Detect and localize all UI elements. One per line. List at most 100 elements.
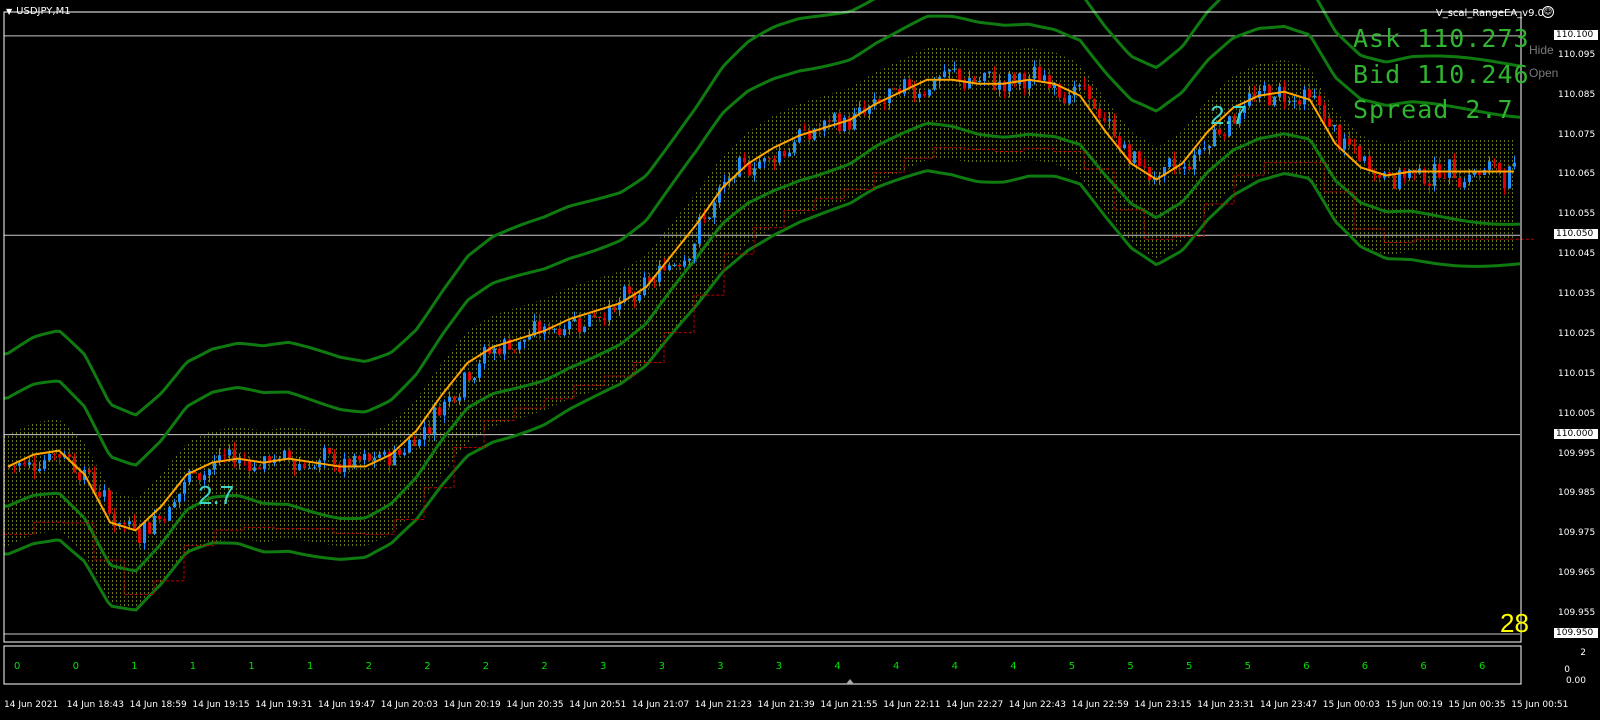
candle-body bbox=[208, 469, 211, 476]
price-axis-label: 110.035 bbox=[1558, 289, 1596, 300]
time-axis-label: 14 Jun 19:47 bbox=[318, 700, 376, 710]
price-axis-label: 110.000 bbox=[1554, 428, 1598, 439]
time-axis-label: 14 Jun 18:43 bbox=[66, 700, 124, 710]
candle-body bbox=[568, 321, 571, 330]
candle-body bbox=[693, 243, 696, 259]
candle-body bbox=[608, 306, 611, 321]
candle-body bbox=[1508, 166, 1511, 189]
candle-body bbox=[1083, 85, 1086, 87]
time-axis-label: 14 Jun 20:19 bbox=[443, 700, 501, 710]
candle-body bbox=[253, 467, 256, 471]
subwindow-value-label: 3 bbox=[775, 661, 783, 672]
range-fill-area bbox=[4, 47, 1516, 610]
time-shift-marker bbox=[846, 679, 854, 684]
candle-body bbox=[108, 490, 111, 514]
candle-body bbox=[578, 318, 581, 332]
symbol-title[interactable]: ▼ USDJPY,M1 bbox=[6, 6, 71, 17]
band-line bbox=[3, 169, 1521, 612]
subwindow-value-label: 5 bbox=[1127, 661, 1134, 672]
price-axis-label: 109.965 bbox=[1558, 568, 1596, 579]
candle-body bbox=[1033, 66, 1036, 79]
expert-advisor-name: V_scal_RangeEA_v9.0 bbox=[1435, 8, 1544, 19]
candle-body bbox=[833, 113, 836, 122]
candle-body bbox=[1283, 86, 1286, 102]
subwindow-value-label: 2 bbox=[482, 661, 490, 672]
candle-body bbox=[1348, 138, 1351, 145]
candle-body bbox=[183, 482, 186, 494]
candle-body bbox=[178, 493, 181, 503]
time-axis-label: 14 Jun 20:51 bbox=[569, 700, 627, 710]
candle-body bbox=[1343, 138, 1346, 150]
candle-body bbox=[1458, 178, 1461, 188]
candle-body bbox=[923, 93, 926, 96]
candle-body bbox=[233, 449, 236, 464]
time-axis-label: 14 Jun 22:11 bbox=[883, 700, 941, 710]
candle-body bbox=[1288, 101, 1291, 103]
subwindow-value-label: 0 bbox=[72, 661, 79, 672]
candle-body bbox=[198, 473, 201, 480]
candle-body bbox=[403, 452, 406, 455]
candle-body bbox=[13, 465, 16, 467]
candle-body bbox=[1213, 129, 1216, 147]
candle-body bbox=[1068, 95, 1071, 104]
candle-body bbox=[563, 329, 566, 336]
candle-body bbox=[933, 80, 936, 90]
subwindow-value-label: 5 bbox=[1186, 661, 1193, 672]
candle-body bbox=[1403, 170, 1406, 179]
candle-body bbox=[1363, 156, 1366, 161]
candle-body bbox=[438, 407, 441, 416]
candle-body bbox=[763, 158, 766, 162]
subwindow-value-label: 1 bbox=[131, 661, 138, 672]
chevron-down-icon[interactable]: ▼ bbox=[6, 7, 12, 16]
candle-body bbox=[1268, 85, 1271, 106]
price-axis-label: 110.075 bbox=[1558, 129, 1596, 140]
chart-window[interactable]: ▼ USDJPY,M1 V_scal_RangeEA_v9.0 ☺ Ask 11… bbox=[0, 0, 1600, 720]
candle-body bbox=[678, 264, 681, 267]
price-axis-label: 109.995 bbox=[1558, 448, 1596, 459]
candle-body bbox=[1103, 118, 1106, 121]
candle-body bbox=[353, 455, 356, 467]
subwindow-value-label: 2 bbox=[365, 661, 372, 672]
price-axis-label: 109.955 bbox=[1558, 608, 1596, 619]
candle-body bbox=[28, 462, 31, 465]
subwindow-axis-top: 2 bbox=[1580, 648, 1586, 658]
candle-body bbox=[493, 348, 496, 354]
candle-body bbox=[18, 463, 21, 466]
time-axis-label: 14 Jun 19:31 bbox=[255, 700, 313, 710]
candle-body bbox=[1088, 85, 1091, 100]
hide-button[interactable]: Hide bbox=[1529, 43, 1554, 57]
range-fill-polygon bbox=[4, 47, 1516, 610]
candle-body bbox=[413, 439, 416, 447]
candle-body bbox=[993, 71, 996, 90]
candle-body bbox=[1098, 108, 1101, 119]
candle-body bbox=[713, 202, 716, 218]
open-button[interactable]: Open bbox=[1529, 66, 1558, 80]
candle-body bbox=[1138, 151, 1141, 167]
candle-body bbox=[358, 455, 361, 461]
candle-body bbox=[1188, 166, 1191, 170]
candle-body bbox=[333, 453, 336, 465]
candle-body bbox=[228, 449, 231, 456]
time-axis-label: 15 Jun 00:35 bbox=[1448, 700, 1506, 710]
subwindow-value-label: 3 bbox=[717, 661, 724, 672]
candle-body bbox=[1358, 145, 1361, 161]
candle-body bbox=[843, 117, 846, 132]
candle-body bbox=[953, 68, 956, 70]
candle-body bbox=[248, 460, 251, 471]
subwindow-axis-zero: 0 bbox=[1564, 665, 1570, 675]
price-axis-label: 110.045 bbox=[1558, 249, 1596, 260]
candle-body bbox=[503, 339, 506, 355]
candle-body bbox=[1503, 171, 1506, 189]
time-axis-label: 14 Jun 21:23 bbox=[694, 700, 752, 710]
candle-body bbox=[908, 79, 911, 88]
candle-body bbox=[298, 464, 301, 471]
time-axis-label: 14 Jun 21:39 bbox=[757, 700, 815, 710]
subwindow-value-label: 6 bbox=[1361, 661, 1369, 672]
subwindow-value-label: 1 bbox=[189, 661, 197, 672]
candle-body bbox=[1433, 163, 1436, 186]
candle-body bbox=[768, 158, 771, 160]
candle-body bbox=[473, 377, 476, 381]
candle-body bbox=[323, 448, 326, 461]
candle-body bbox=[553, 328, 556, 330]
candle-body bbox=[893, 88, 896, 90]
